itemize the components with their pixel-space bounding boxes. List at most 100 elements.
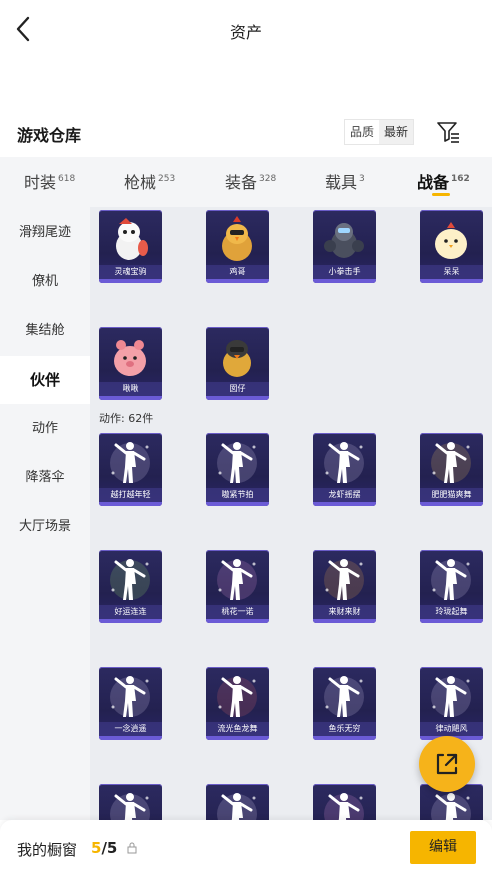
active-tab-indicator bbox=[432, 193, 450, 196]
dancer-silhouette-icon bbox=[431, 559, 471, 600]
sidebar-item-emote[interactable]: 动作 bbox=[0, 405, 90, 453]
category-tabs: 时装 618 枪械 253 装备 328 载具 3 战备 162 bbox=[0, 157, 492, 207]
section-title: 游戏仓库 bbox=[17, 126, 82, 145]
card-rarity-bar bbox=[206, 502, 269, 506]
dancer-silhouette-icon bbox=[324, 559, 364, 600]
partner-duckling-icon bbox=[223, 340, 251, 377]
edit-button[interactable]: 编辑 bbox=[410, 831, 476, 864]
partner-pony-icon bbox=[116, 218, 148, 260]
card-rarity-bar bbox=[99, 619, 162, 623]
partner-boxer-icon bbox=[324, 223, 364, 258]
card-label: 一念逍遥 bbox=[99, 722, 162, 736]
card-rarity-bar bbox=[206, 279, 269, 283]
emote-card[interactable]: 玲珑起舞 bbox=[420, 550, 483, 623]
item-grid: 灵魂宝驹 鸡哥 小拳击手 呆呆 啾啾 囡仔 动作: 62件 越打越年轻 嗷紧节拍… bbox=[90, 207, 492, 820]
card-rarity-bar bbox=[313, 279, 376, 283]
emote-card[interactable]: 鱼乐无穷 bbox=[313, 667, 376, 740]
card-label: 鱼乐无穷 bbox=[313, 722, 376, 736]
top-bar: 资产 bbox=[0, 0, 492, 58]
partner-pig-icon bbox=[114, 340, 146, 376]
card-rarity-bar bbox=[99, 279, 162, 283]
sidebar-item-parachute[interactable]: 降落伞 bbox=[0, 454, 90, 502]
filter-icon[interactable] bbox=[436, 121, 460, 143]
sidebar-item-partner[interactable]: 伙伴 bbox=[0, 356, 90, 404]
sort-quality-button[interactable]: 品质 bbox=[345, 120, 380, 144]
lock-icon bbox=[127, 842, 137, 854]
partner-chicken-icon bbox=[222, 216, 252, 261]
card-label: 嗷紧节拍 bbox=[206, 488, 269, 502]
dancer-silhouette-icon bbox=[217, 442, 257, 483]
tab-combat-gear[interactable]: 战备 162 bbox=[417, 169, 470, 193]
dancer-silhouette-icon bbox=[110, 442, 150, 483]
card-rarity-bar bbox=[206, 619, 269, 623]
card-label: 龙虾摇摆 bbox=[313, 488, 376, 502]
emote-card[interactable]: 龙虾摇摆 bbox=[313, 433, 376, 506]
tab-vehicles[interactable]: 载具 3 bbox=[325, 169, 365, 193]
dancer-silhouette-icon bbox=[217, 793, 257, 820]
emote-card[interactable]: 一念逍遥 bbox=[99, 667, 162, 740]
card-label: 流光鱼龙舞 bbox=[206, 722, 269, 736]
emote-card[interactable]: 流光鱼龙舞 bbox=[206, 667, 269, 740]
page-title: 资产 bbox=[229, 23, 262, 42]
partner-card[interactable]: 鸡哥 bbox=[206, 210, 269, 283]
partner-card[interactable]: 灵魂宝驹 bbox=[99, 210, 162, 283]
card-label: 肥肥猫爽舞 bbox=[420, 488, 483, 502]
card-rarity-bar bbox=[420, 619, 483, 623]
partner-chick-icon bbox=[435, 222, 467, 259]
card-label: 灵魂宝驹 bbox=[99, 265, 162, 279]
partner-card[interactable]: 小拳击手 bbox=[313, 210, 376, 283]
emote-card[interactable]: 来财来财 bbox=[313, 550, 376, 623]
sidebar-item-wingman[interactable]: 僚机 bbox=[0, 258, 90, 306]
card-label: 囡仔 bbox=[206, 382, 269, 396]
tab-equipment[interactable]: 装备 328 bbox=[225, 169, 276, 193]
dancer-silhouette-icon bbox=[110, 559, 150, 600]
actions-count-label: 动作: 62件 bbox=[99, 412, 154, 425]
emote-card[interactable]: 嗷紧节拍 bbox=[206, 433, 269, 506]
partner-card[interactable]: 呆呆 bbox=[420, 210, 483, 283]
card-rarity-bar bbox=[206, 396, 269, 400]
partner-card[interactable]: 啾啾 bbox=[99, 327, 162, 400]
dancer-silhouette-icon bbox=[324, 676, 364, 717]
card-rarity-bar bbox=[313, 736, 376, 740]
card-label: 来财来财 bbox=[313, 605, 376, 619]
card-label: 越打越年轻 bbox=[99, 488, 162, 502]
tab-fashion[interactable]: 时装 618 bbox=[24, 169, 75, 193]
dancer-silhouette-icon bbox=[110, 793, 150, 820]
card-rarity-bar bbox=[206, 736, 269, 740]
card-label: 好运连连 bbox=[99, 605, 162, 619]
emote-card[interactable]: 律动飓风 bbox=[420, 667, 483, 740]
tab-weapons[interactable]: 枪械 253 bbox=[124, 169, 175, 193]
partner-card[interactable]: 囡仔 bbox=[206, 327, 269, 400]
card-rarity-bar bbox=[99, 396, 162, 400]
sidebar-item-rally-pod[interactable]: 集结舱 bbox=[0, 307, 90, 355]
emote-card[interactable]: 肥肥猫爽舞 bbox=[420, 433, 483, 506]
sidebar: 滑翔尾迹 僚机 集结舱 伙伴 动作 降落伞 大厅场景 bbox=[0, 207, 90, 820]
dancer-silhouette-icon bbox=[110, 676, 150, 717]
card-rarity-bar bbox=[99, 502, 162, 506]
emote-card[interactable] bbox=[99, 784, 162, 820]
emote-card[interactable] bbox=[313, 784, 376, 820]
card-rarity-bar bbox=[420, 279, 483, 283]
card-rarity-bar bbox=[99, 736, 162, 740]
card-rarity-bar bbox=[313, 619, 376, 623]
dancer-silhouette-icon bbox=[324, 793, 364, 820]
card-label: 小拳击手 bbox=[313, 265, 376, 279]
card-rarity-bar bbox=[420, 502, 483, 506]
emote-card[interactable]: 好运连连 bbox=[99, 550, 162, 623]
share-button[interactable] bbox=[419, 736, 475, 792]
card-label: 律动飓风 bbox=[420, 722, 483, 736]
showcase-bar: 我的橱窗 5/5 编辑 bbox=[0, 820, 492, 876]
card-label: 玲珑起舞 bbox=[420, 605, 483, 619]
card-label: 呆呆 bbox=[420, 265, 483, 279]
sort-toggle: 品质 最新 bbox=[344, 119, 415, 145]
emote-card[interactable]: 桃花一诺 bbox=[206, 550, 269, 623]
sidebar-item-glide-trail[interactable]: 滑翔尾迹 bbox=[0, 209, 90, 257]
emote-card[interactable] bbox=[206, 784, 269, 820]
showcase-label: 我的橱窗 bbox=[17, 841, 78, 859]
card-label: 桃花一诺 bbox=[206, 605, 269, 619]
dancer-silhouette-icon bbox=[324, 442, 364, 483]
emote-card[interactable]: 越打越年轻 bbox=[99, 433, 162, 506]
dancer-silhouette-icon bbox=[217, 559, 257, 600]
sort-newest-button[interactable]: 最新 bbox=[379, 120, 414, 144]
sidebar-item-lobby-scene[interactable]: 大厅场景 bbox=[0, 503, 90, 551]
